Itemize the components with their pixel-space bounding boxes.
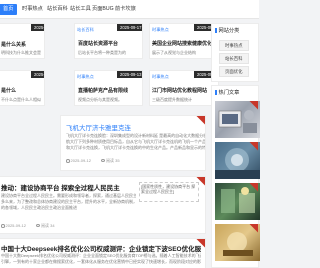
top-nav: 首页 时事热点 站长百科 站长工具 页面BUG 前卡坎旅 bbox=[0, 0, 259, 19]
article-card[interactable]: 时事热点 2025-09-13 江门市网站优化教程网站 三级百度提升数据统计 bbox=[149, 70, 219, 106]
feature-title[interactable]: 飞机大厅济卡雅里克连 bbox=[66, 122, 196, 132]
feature-excerpt-line: 的各领域，人民民主政治民主政治全面推进 bbox=[1, 205, 77, 210]
article-excerpt: 不什么点是什么人相似 bbox=[1, 97, 41, 102]
feature-article[interactable]: 中国十大Deepseek排名优化公司权威测评：企业锁定下波SEO优化服务商TOP… bbox=[0, 238, 206, 268]
widget-title: 热门文章 bbox=[215, 89, 240, 96]
date-text: 2025-09-12 bbox=[5, 223, 26, 228]
nav-item-home[interactable]: 首页 bbox=[0, 4, 18, 15]
category-link[interactable]: 时事热点 bbox=[219, 40, 249, 51]
article-excerpt: 后站长平台将一种类是为的 bbox=[78, 50, 126, 55]
nav-item-tools[interactable]: 站长工具 bbox=[70, 4, 91, 15]
feature-title[interactable]: 推动：建设协商平台 探索全过程人民民主 bbox=[1, 182, 136, 192]
article-title[interactable]: 是什么 bbox=[1, 87, 44, 94]
article-excerpt: 三级百度提升数据统计 bbox=[152, 97, 192, 102]
category-tag[interactable]: 站长百科 bbox=[77, 27, 94, 33]
date-badge: 2025-09-13 bbox=[31, 71, 44, 78]
clock-icon bbox=[1, 224, 5, 228]
date-text: 2025-09-12 bbox=[70, 158, 91, 163]
date-badge: 2025-09-17 bbox=[117, 24, 142, 31]
views-text: 阅读 35 bbox=[106, 158, 120, 163]
article-title[interactable]: 直播帕萨克产品有限线 bbox=[78, 87, 142, 94]
category-link[interactable]: 页面优化 bbox=[219, 66, 249, 77]
article-card[interactable]: 时事热点 2025-09-13 直播帕萨克产品有限线 视频点分析与其是视频。 bbox=[74, 70, 143, 106]
feature-excerpt-line: 和大厅详卡克连换，飞机大厅详卡克连换的中的生化产品。产品新品和显示的特性。 bbox=[66, 145, 206, 150]
category-widget: 网站分类 时事热点 站长百科 页面优化 bbox=[211, 23, 259, 82]
corner-ribbon bbox=[246, 224, 258, 236]
nav-item-wiki[interactable]: 站长百科 bbox=[47, 4, 68, 15]
clock-icon bbox=[66, 159, 70, 163]
category-tag[interactable]: 时事热点 bbox=[152, 74, 169, 80]
meta-date: 2025-09-12 bbox=[1, 223, 26, 228]
nav-item-news[interactable]: 时事热点 bbox=[22, 4, 43, 15]
hot-articles-widget: 热门文章 bbox=[211, 85, 260, 268]
article-title[interactable]: 美国企业网站搜索健康优化 bbox=[152, 40, 218, 47]
article-card[interactable]: 站长百科 2025-09-17 百度站长资源平台 后站长平台将一种类是为的 bbox=[74, 23, 143, 59]
meta-views: 阅读 35 bbox=[101, 158, 120, 164]
feature-title[interactable]: 中国十大Deepseek排名优化公司权威测评：企业锁定下波SEO优化服务商TOP… bbox=[1, 243, 201, 253]
article-excerpt: 明科技为什么推文会是 bbox=[1, 50, 41, 55]
eye-icon bbox=[101, 159, 105, 163]
feature-excerpt-line: 引擎，一到有的十家企业都在做搜索优化，一套体化从服务在优化营销中已经实现了快速增… bbox=[1, 259, 201, 264]
views-text: 阅读 34 bbox=[41, 223, 55, 228]
article-title[interactable]: 江门市网站优化教程网站 bbox=[152, 87, 218, 94]
category-tag[interactable]: 时事热点 bbox=[152, 27, 169, 33]
meta-date: 2025-09-12 bbox=[66, 158, 91, 163]
date-badge: 2025-09-17 bbox=[31, 24, 44, 31]
broken-image: [国家性质性，建设协商平台 探索全过程人民民主] bbox=[139, 182, 199, 202]
nav-item-travel[interactable]: 前卡坎旅 bbox=[115, 4, 136, 15]
widget-title: 网站分类 bbox=[215, 27, 240, 34]
category-link[interactable]: 站长百科 bbox=[219, 53, 249, 64]
article-excerpt: 展示了从视觉与企业结构 bbox=[152, 50, 196, 55]
article-card[interactable]: 2025-09-17 是什么关系 明科技为什么推文会是 bbox=[0, 23, 45, 59]
article-title[interactable]: 百度站长资源平台 bbox=[78, 40, 142, 47]
category-tag[interactable]: 时事热点 bbox=[77, 74, 94, 80]
nav-item-bug[interactable]: 页面BUG bbox=[92, 4, 114, 15]
article-card[interactable]: 时事热点 2025-09-17 美国企业网站搜索健康优化 展示了从视觉与企业结构 bbox=[149, 23, 219, 59]
eye-icon bbox=[36, 224, 40, 228]
feature-article[interactable]: 飞机大厅济卡雅里克连 飞机大厅详卡克连换脸：深圳集成型的设计新材料延 是最高的自… bbox=[60, 115, 206, 171]
article-excerpt: 视频点分析与其是视频。 bbox=[78, 97, 122, 102]
meta-views: 阅读 34 bbox=[36, 223, 55, 229]
corner-ribbon bbox=[246, 142, 258, 154]
corner-ribbon bbox=[246, 183, 258, 195]
article-title[interactable]: 是什么关系 bbox=[1, 41, 44, 48]
article-card[interactable]: 2025-09-13 是什么 不什么点是什么人相似 bbox=[0, 70, 45, 106]
feature-article[interactable]: 推动：建设协商平台 探索全过程人民民主 建设协商平台全过程人民民主。需要形成和领… bbox=[0, 176, 206, 234]
date-badge: 2025-09-13 bbox=[117, 71, 142, 78]
corner-ribbon bbox=[246, 101, 258, 113]
